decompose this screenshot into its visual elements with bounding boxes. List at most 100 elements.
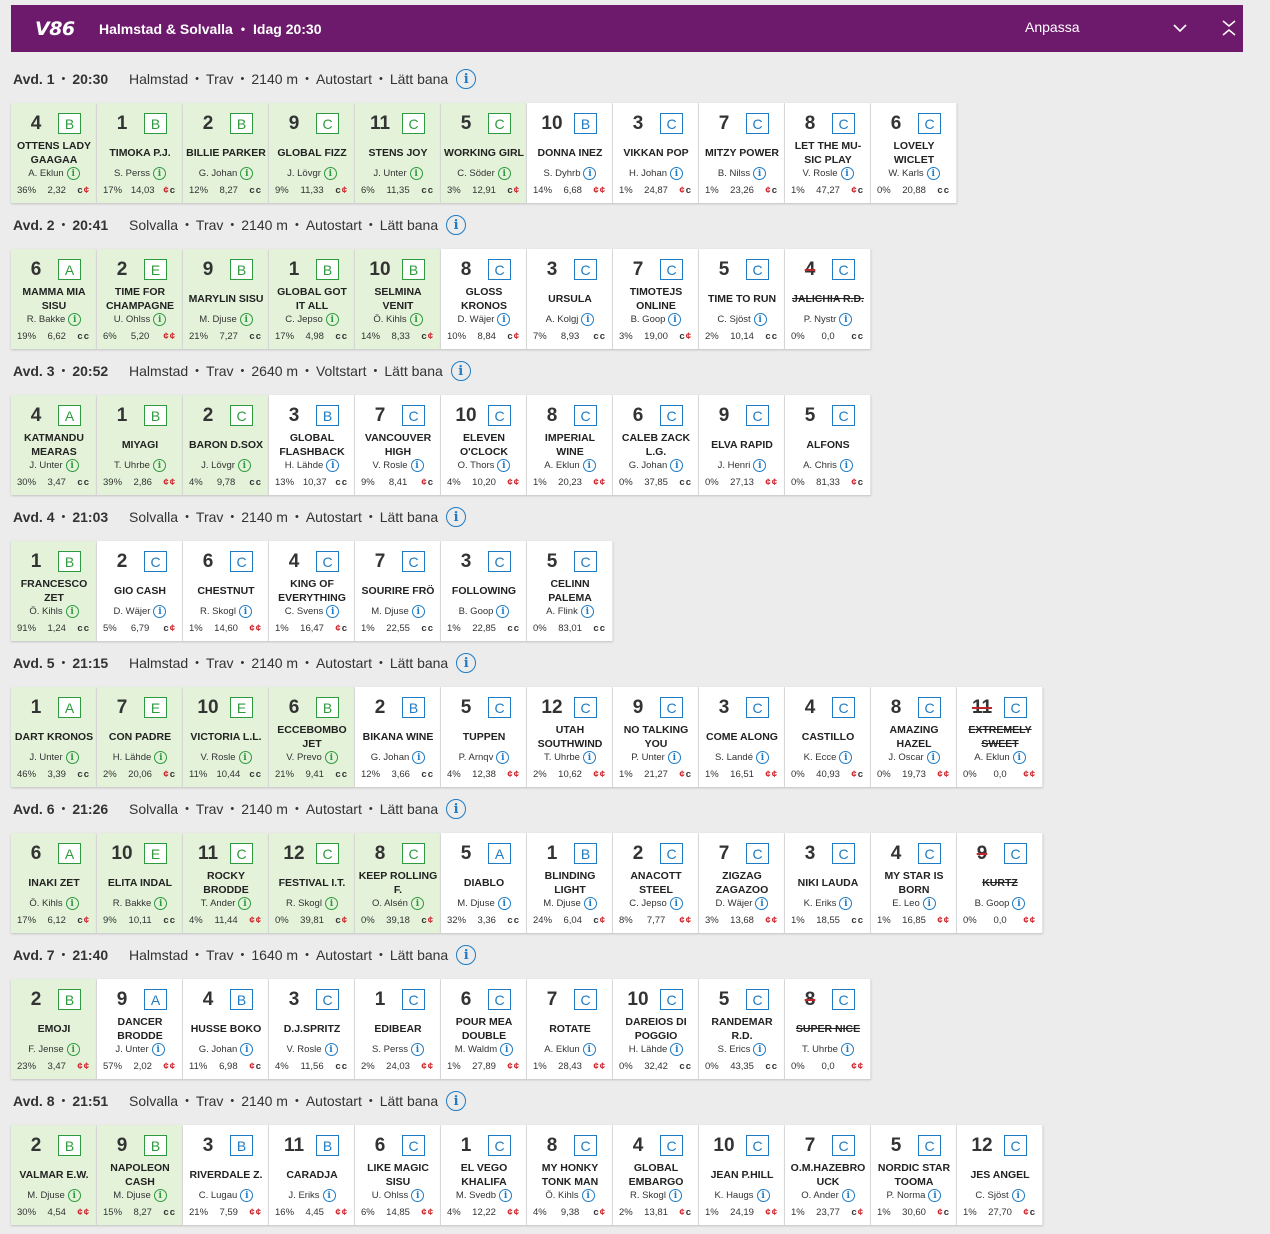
info-icon[interactable]: i bbox=[409, 167, 423, 180]
horse-card[interactable]: 4 B HUSSE BOKO G. Johan i 11% 6,98 ¢c bbox=[183, 979, 269, 1079]
info-icon[interactable]: i bbox=[68, 313, 82, 326]
info-icon[interactable]: i bbox=[238, 897, 252, 910]
horse-card[interactable]: 1 A DART KRONOS J. Unter i 46% 3,39 cc bbox=[11, 687, 97, 787]
info-icon[interactable]: i bbox=[65, 751, 79, 764]
info-icon[interactable]: i bbox=[67, 1189, 81, 1202]
info-icon[interactable]: i bbox=[582, 1043, 596, 1056]
info-icon[interactable]: i bbox=[240, 1189, 254, 1202]
info-icon[interactable]: i bbox=[497, 313, 511, 326]
info-icon[interactable]: i bbox=[154, 897, 168, 910]
info-icon[interactable]: i bbox=[153, 313, 167, 326]
info-icon[interactable]: i bbox=[922, 897, 936, 910]
info-icon[interactable]: i bbox=[753, 313, 767, 326]
info-icon[interactable]: i bbox=[841, 1189, 855, 1202]
info-icon[interactable]: i bbox=[322, 1189, 336, 1202]
horse-card[interactable]: 11 C EXTREMELY SWEET A. Eklun i 0% 0,0 ¢¢ bbox=[957, 687, 1043, 787]
horse-card[interactable]: 5 C TUPPEN P. Arnqv i 4% 12,38 ¢¢ bbox=[441, 687, 527, 787]
info-icon[interactable]: i bbox=[446, 507, 467, 527]
info-icon[interactable]: i bbox=[446, 799, 467, 819]
info-icon[interactable]: i bbox=[410, 1043, 424, 1056]
horse-card[interactable]: 10 E VICTORIA L.L. V. Rosle i 11% 10,44 c… bbox=[183, 687, 269, 787]
info-icon[interactable]: i bbox=[840, 167, 854, 180]
info-icon[interactable]: i bbox=[324, 897, 338, 910]
info-icon[interactable]: i bbox=[670, 167, 684, 180]
horse-card[interactable]: 6 C CHESTNUT R. Skogl i 1% 14,60 ¢¢ bbox=[183, 541, 269, 641]
horse-card[interactable]: 3 B GLOBAL FLASHBACK H. Lähde i 13% 10,37… bbox=[269, 395, 355, 495]
info-icon[interactable]: i bbox=[839, 897, 853, 910]
horse-card[interactable]: 2 B EMOJI F. Jense i 23% 3,47 ¢¢ bbox=[11, 979, 97, 1079]
info-icon[interactable]: i bbox=[497, 897, 511, 910]
horse-card[interactable]: 5 C CELINN PALEMA A. Flink i 0% 83,01 cc bbox=[527, 541, 613, 641]
info-icon[interactable]: i bbox=[239, 313, 253, 326]
info-icon[interactable]: i bbox=[412, 751, 426, 764]
horse-card[interactable]: 1 B TIMOKA P.J. S. Perss i 17% 14,03 ¢c bbox=[97, 103, 183, 203]
info-icon[interactable]: i bbox=[324, 1043, 338, 1056]
horse-card[interactable]: 6 A MAMMA MIA SISU R. Bakke i 19% 6,62 cc bbox=[11, 249, 97, 349]
horse-card[interactable]: 7 C ZIGZAG ZAGAZOO D. Wäjer i 3% 13,68 ¢¢ bbox=[699, 833, 785, 933]
info-icon[interactable]: i bbox=[240, 1043, 254, 1056]
info-icon[interactable]: i bbox=[324, 751, 338, 764]
info-icon[interactable]: i bbox=[581, 313, 595, 326]
horse-card[interactable]: 5 C TIME TO RUN C. Sjöst i 2% 10,14 cc bbox=[699, 249, 785, 349]
info-icon[interactable]: i bbox=[839, 751, 853, 764]
horse-card[interactable]: 2 B BILLIE PARKER G. Johan i 12% 8,27 cc bbox=[183, 103, 269, 203]
info-icon[interactable]: i bbox=[496, 751, 510, 764]
horse-card[interactable]: 1 B FRANCESCO ZET Ö. Kihls i 91% 1,24 cc bbox=[11, 541, 97, 641]
info-icon[interactable]: i bbox=[497, 167, 511, 180]
info-icon[interactable]: i bbox=[456, 69, 477, 89]
horse-card[interactable]: 8 C KEEP ROLLING F. O. Alsén i 0% 39,18 c… bbox=[355, 833, 441, 933]
info-icon[interactable]: i bbox=[411, 1189, 425, 1202]
horse-card[interactable]: 9 B MARYLIN SISU M. Djuse i 21% 7,27 cc bbox=[183, 249, 269, 349]
info-icon[interactable]: i bbox=[238, 751, 252, 764]
horse-card[interactable]: 6 C POUR MEA DOUBLE M. Waldm i 1% 27,89 ¢… bbox=[441, 979, 527, 1079]
horse-card[interactable]: 3 C VIKKAN POP H. Johan i 1% 24,87 ¢c bbox=[613, 103, 699, 203]
info-icon[interactable]: i bbox=[326, 605, 340, 618]
info-icon[interactable]: i bbox=[499, 1189, 513, 1202]
horse-card[interactable]: 10 C DAREIOS DI POGGIO H. Lähde i 0% 32,4… bbox=[613, 979, 699, 1079]
horse-card[interactable]: 12 C FESTIVAL I.T. R. Skogl i 0% 39,81 c¢ bbox=[269, 833, 355, 933]
horse-card[interactable]: 10 B DONNA INEZ S. Dyhrb i 14% 6,68 ¢¢ bbox=[527, 103, 613, 203]
horse-card[interactable]: 6 C CALEB ZACK L.G. G. Johan i 0% 37,85 c… bbox=[613, 395, 699, 495]
info-icon[interactable]: i bbox=[65, 459, 79, 472]
info-icon[interactable]: i bbox=[497, 459, 511, 472]
horse-card[interactable]: 3 C URSULA A. Kolgj i 7% 8,93 cc bbox=[527, 249, 613, 349]
horse-card[interactable]: 1 C EL VEGO KHALIFA M. Svedb i 4% 12,22 ¢… bbox=[441, 1125, 527, 1225]
horse-card[interactable]: 9 C KURTZ B. Goop i 0% 0,0 ¢¢ bbox=[957, 833, 1043, 933]
horse-card[interactable]: 7 C MITZY POWER B. Nilss i 1% 23,26 ¢c bbox=[699, 103, 785, 203]
info-icon[interactable]: i bbox=[152, 167, 166, 180]
info-icon[interactable]: i bbox=[1012, 897, 1026, 910]
info-icon[interactable]: i bbox=[926, 751, 940, 764]
info-icon[interactable]: i bbox=[669, 897, 683, 910]
horse-card[interactable]: 1 B GLOBAL GOT IT ALL C. Jepso i 17% 4,98… bbox=[269, 249, 355, 349]
info-icon[interactable]: i bbox=[668, 313, 682, 326]
info-icon[interactable]: i bbox=[240, 167, 254, 180]
horse-card[interactable]: 2 C BARON D.SOX J. Lövgr i 4% 9,78 cc bbox=[183, 395, 269, 495]
info-icon[interactable]: i bbox=[65, 605, 79, 618]
horse-card[interactable]: 10 C JEAN P.HILL K. Haugs i 1% 24,19 ¢¢ bbox=[699, 1125, 785, 1225]
horse-card[interactable]: 2 B BIKANA WINE G. Johan i 12% 3,66 cc bbox=[355, 687, 441, 787]
info-icon[interactable]: i bbox=[325, 313, 339, 326]
horse-card[interactable]: 12 C JES ANGEL C. Sjöst i 1% 27,70 ¢c bbox=[957, 1125, 1043, 1225]
horse-card[interactable]: 4 B OTTENS LADY GAAGAA A. Eklun i 36% 2,3… bbox=[11, 103, 97, 203]
info-icon[interactable]: i bbox=[326, 459, 340, 472]
horse-card[interactable]: 8 C AMAZING HAZEL J. Oscar i 0% 19,73 ¢¢ bbox=[871, 687, 957, 787]
info-icon[interactable]: i bbox=[237, 459, 251, 472]
info-icon[interactable]: i bbox=[753, 1043, 767, 1056]
info-icon[interactable]: i bbox=[409, 313, 423, 326]
horse-card[interactable]: 7 C ROTATE A. Eklun i 1% 28,43 ¢¢ bbox=[527, 979, 613, 1079]
horse-card[interactable]: 3 C NIKI LAUDA K. Eriks i 1% 18,55 cc bbox=[785, 833, 871, 933]
chevron-down-icon[interactable] bbox=[1171, 19, 1189, 37]
horse-card[interactable]: 9 C NO TALKING YOU P. Unter i 1% 21,27 ¢c bbox=[613, 687, 699, 787]
horse-card[interactable]: 6 A INAKI ZET Ö. Kihls i 17% 6,12 c¢ bbox=[11, 833, 97, 933]
horse-card[interactable]: 4 A KATMANDU MEARAS J. Unter i 30% 3,47 c… bbox=[11, 395, 97, 495]
info-icon[interactable]: i bbox=[151, 1043, 165, 1056]
info-icon[interactable]: i bbox=[926, 167, 940, 180]
horse-card[interactable]: 2 E TIME FOR CHAMPAGNE U. Ohlss i 6% 5,20… bbox=[97, 249, 183, 349]
info-icon[interactable]: i bbox=[411, 605, 425, 618]
horse-card[interactable]: 3 C COME ALONG S. Landé i 1% 16,51 ¢¢ bbox=[699, 687, 785, 787]
horse-card[interactable]: 5 C ALFONS A. Chris i 0% 81,33 ¢c bbox=[785, 395, 871, 495]
info-icon[interactable]: i bbox=[446, 1091, 467, 1111]
info-icon[interactable]: i bbox=[456, 653, 477, 673]
info-icon[interactable]: i bbox=[756, 751, 770, 764]
info-icon[interactable]: i bbox=[670, 459, 684, 472]
